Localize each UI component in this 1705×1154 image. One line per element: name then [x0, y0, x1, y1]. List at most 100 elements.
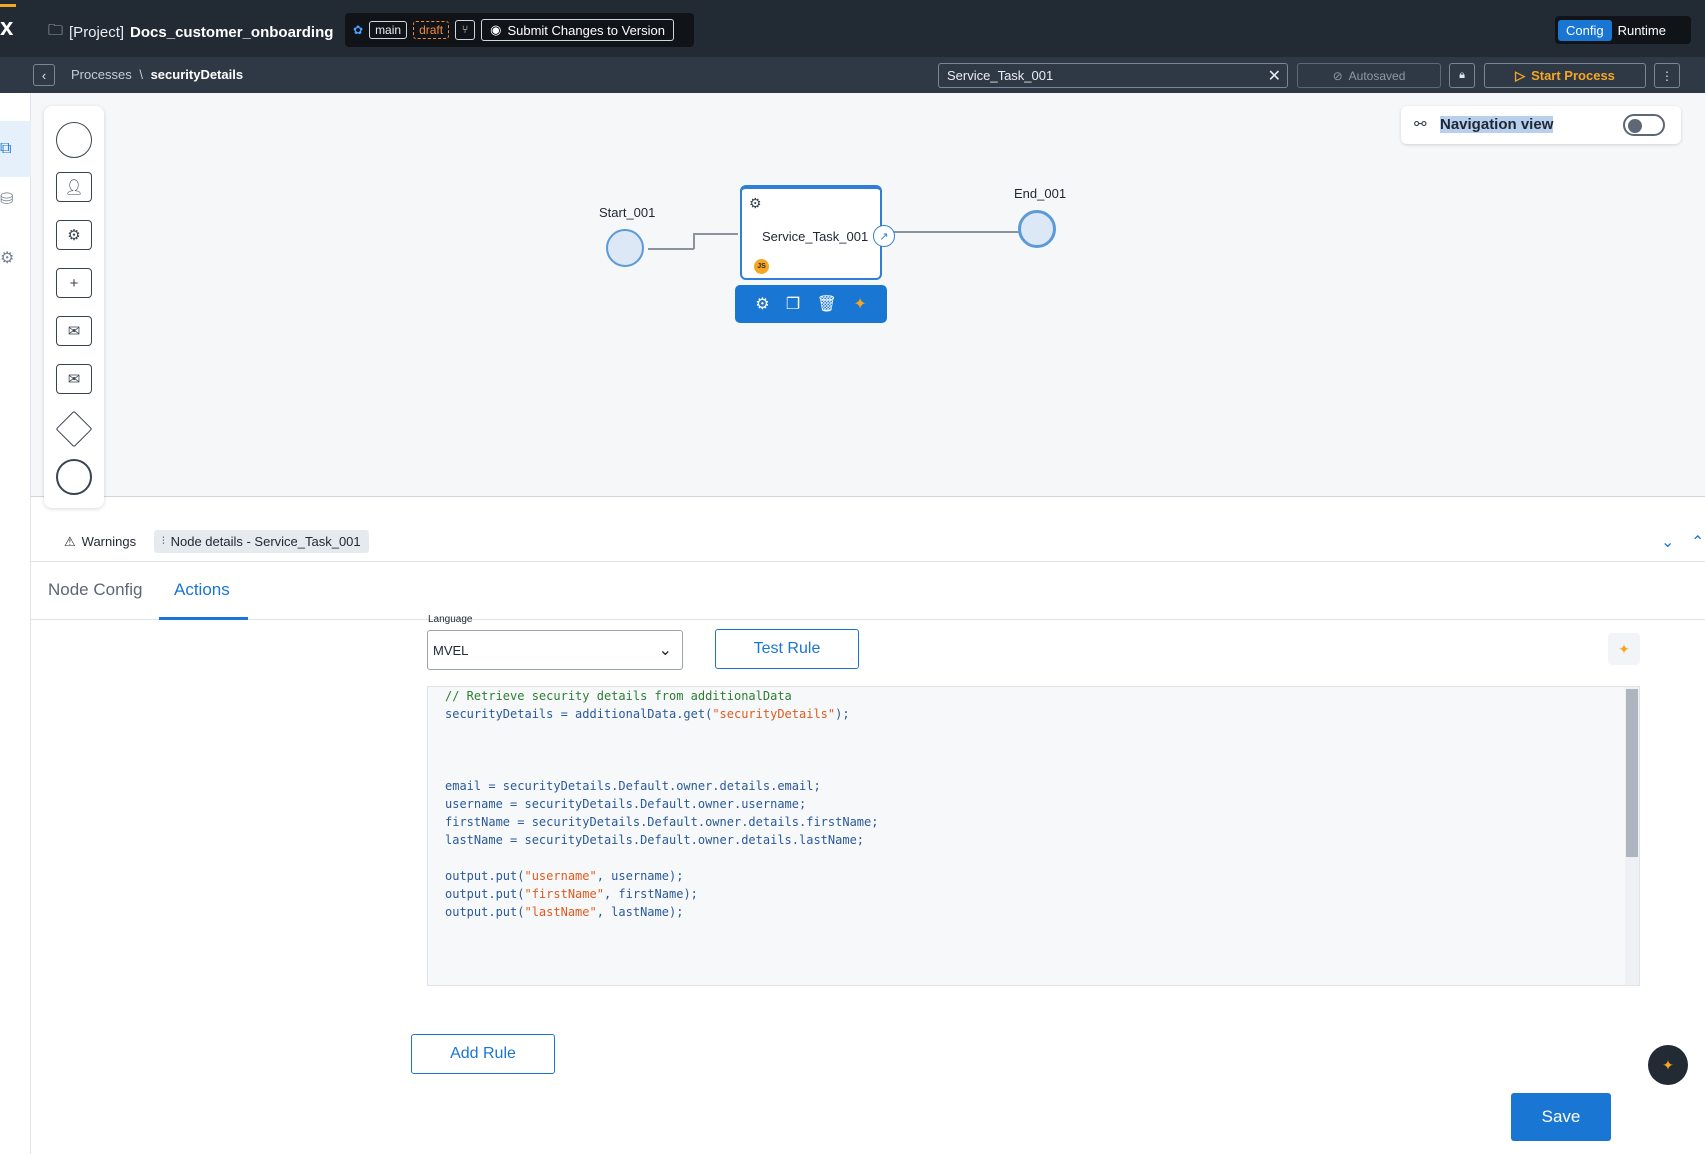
play-icon: ▷	[1515, 67, 1526, 83]
lock-button[interactable]: 🔒︎	[1449, 63, 1475, 88]
left-rail: ⧉ ⛁ ⚙	[0, 93, 31, 1154]
duplicate-icon[interactable]: ❐	[786, 294, 800, 314]
receive-message-icon[interactable]: ✉	[56, 364, 92, 394]
code-line[interactable]: output.put("username", username);	[445, 867, 878, 885]
add-rule-button[interactable]: Add Rule	[411, 1034, 555, 1074]
app-logo[interactable]: x	[0, 14, 16, 42]
autosaved-label: Autosaved	[1348, 68, 1406, 83]
code-line[interactable]	[445, 849, 878, 867]
more-options-button[interactable]: ⋮	[1654, 63, 1680, 88]
editor-scroll-thumb[interactable]	[1626, 689, 1638, 857]
save-button[interactable]: Save	[1511, 1093, 1611, 1141]
code-editor[interactable]: // Retrieve security details from additi…	[427, 686, 1640, 986]
code-line[interactable]: // Retrieve security details from additi…	[445, 687, 878, 705]
gateway-icon[interactable]	[55, 410, 93, 448]
assistant-icon[interactable]: ✦	[1648, 1045, 1688, 1085]
navigation-view-label: Navigation view	[1440, 116, 1554, 133]
code-line[interactable]: securityDetails = additionalData.get("se…	[445, 705, 878, 723]
submit-changes-label: Submit Changes to Version	[507, 22, 665, 38]
chevron-left-icon: ‹	[41, 67, 47, 83]
start-event-node[interactable]	[606, 229, 644, 267]
test-rule-button[interactable]: Test Rule	[715, 629, 859, 669]
end-event-node[interactable]	[1018, 210, 1056, 248]
code-line[interactable]: username = securityDetails.Default.owner…	[445, 795, 878, 813]
warnings-tab[interactable]: ⚠ Warnings	[56, 530, 144, 554]
code-line[interactable]: output.put("lastName", lastName);	[445, 903, 878, 921]
tab-node-config[interactable]: Node Config	[48, 580, 143, 600]
start-event-icon[interactable]	[56, 122, 92, 158]
top-bar: x 🗀 [Project] Docs_customer_onboarding ✿…	[0, 0, 1705, 57]
breadcrumb-current: securityDetails	[150, 67, 244, 82]
project-prefix: [Project]	[69, 24, 125, 41]
node-palette: 👤︎ ⚙ + ✉ ✉	[44, 106, 104, 508]
sub-bar: ‹ Processes \ securityDetails Service_Ta…	[0, 57, 1705, 93]
folder-icon: 🗀	[48, 22, 64, 39]
rail-process-icon[interactable]: ⧉	[0, 121, 31, 177]
logo-accent	[0, 4, 16, 7]
mode-runtime-button[interactable]: Runtime	[1618, 23, 1666, 38]
warning-icon: ⚠	[64, 533, 76, 549]
end-event-icon[interactable]	[56, 459, 92, 495]
language-select[interactable]: MVEL ⌄	[427, 630, 683, 670]
breadcrumb: Processes \ securityDetails	[71, 67, 243, 82]
service-task-node[interactable]: ⚙ Service_Task_001 JS ↗	[740, 185, 895, 280]
tab-actions[interactable]: Actions	[174, 580, 230, 600]
send-message-icon[interactable]: ✉	[56, 316, 92, 346]
draft-chip: draft	[413, 21, 450, 39]
collapse-chevron-icon[interactable]: ⌄	[1661, 532, 1674, 552]
edge-task-end[interactable]	[893, 231, 1019, 233]
code-line[interactable]: firstName = securityDetails.Default.owne…	[445, 813, 878, 831]
code-line[interactable]: email = securityDetails.Default.owner.de…	[445, 777, 878, 795]
subprocess-icon[interactable]: +	[56, 268, 92, 298]
user-task-icon[interactable]: 👤︎	[56, 172, 92, 202]
mode-switch: Config Runtime	[1555, 16, 1691, 44]
lock-icon: 🔒︎	[1459, 69, 1465, 81]
code-line[interactable]: lastName = securityDetails.Default.owner…	[445, 831, 878, 849]
rail-data-icon[interactable]: ⛁	[0, 189, 16, 213]
autosaved-status: ⊘ Autosaved	[1297, 63, 1441, 88]
clear-search-icon[interactable]: ✕	[1268, 66, 1281, 86]
submit-changes-button[interactable]: ◉ Submit Changes to Version	[481, 19, 674, 41]
code-content[interactable]: // Retrieve security details from additi…	[445, 687, 878, 921]
start-process-button[interactable]: ▷ Start Process	[1484, 63, 1646, 88]
code-line[interactable]: output.put("firstName", firstName);	[445, 885, 878, 903]
rail-settings-icon[interactable]: ⚙	[0, 248, 16, 272]
ai-sparkle-icon[interactable]: ✦	[853, 294, 866, 314]
git-branch-icon[interactable]: ⑂	[455, 20, 476, 40]
branch-chip[interactable]: main	[369, 21, 408, 39]
navigation-icon: ⚯	[1414, 116, 1427, 133]
editor-scrollbar[interactable]	[1625, 687, 1639, 985]
service-task-icon[interactable]: ⚙	[56, 220, 92, 250]
language-label: Language	[428, 614, 473, 624]
edge-start-task-end	[693, 233, 738, 235]
js-badge: JS	[754, 259, 769, 274]
breadcrumb-processes[interactable]: Processes	[71, 67, 132, 82]
back-button[interactable]: ‹	[33, 64, 55, 86]
delete-icon[interactable]: 🗑︎	[817, 294, 837, 314]
version-box: ✿ main draft ⑂ ◉ Submit Changes to Versi…	[345, 13, 694, 47]
edge-start-task-vertical	[693, 233, 695, 249]
node-details-tab[interactable]: ⫶ Node details - Service_Task_001	[154, 530, 369, 553]
code-line[interactable]	[445, 759, 878, 777]
service-task-label: Service_Task_001	[762, 229, 869, 244]
expand-chevron-icon[interactable]: ⌃	[1691, 532, 1704, 552]
start-process-label: Start Process	[1531, 68, 1615, 83]
ai-assist-icon[interactable]: ✦	[1608, 633, 1640, 665]
mode-config-button[interactable]: Config	[1558, 19, 1612, 41]
node-search-input[interactable]: Service_Task_001 ✕	[938, 63, 1288, 88]
navigation-view-toggle[interactable]	[1623, 114, 1665, 136]
node-tabs: Node Config Actions	[31, 562, 1705, 620]
node-search-value: Service_Task_001	[947, 68, 1054, 83]
branch-icon: ✿	[353, 23, 364, 37]
details-panel-header: ⚠ Warnings ⫶ Node details - Service_Task…	[31, 522, 1705, 562]
task-settings-icon[interactable]: ⚙	[755, 294, 769, 314]
navigation-view-panel: ⚯ Navigation view	[1401, 106, 1681, 144]
code-line[interactable]	[445, 723, 878, 741]
chevron-down-icon: ⌄	[658, 642, 672, 659]
kebab-icon: ⋮	[1661, 68, 1673, 83]
project-title[interactable]: 🗀 [Project] Docs_customer_onboarding	[48, 20, 333, 45]
edge-start-task[interactable]	[648, 248, 694, 250]
code-line[interactable]	[445, 741, 878, 759]
connect-icon[interactable]: ↗	[873, 225, 895, 247]
end-event-label: End_001	[1014, 186, 1067, 201]
